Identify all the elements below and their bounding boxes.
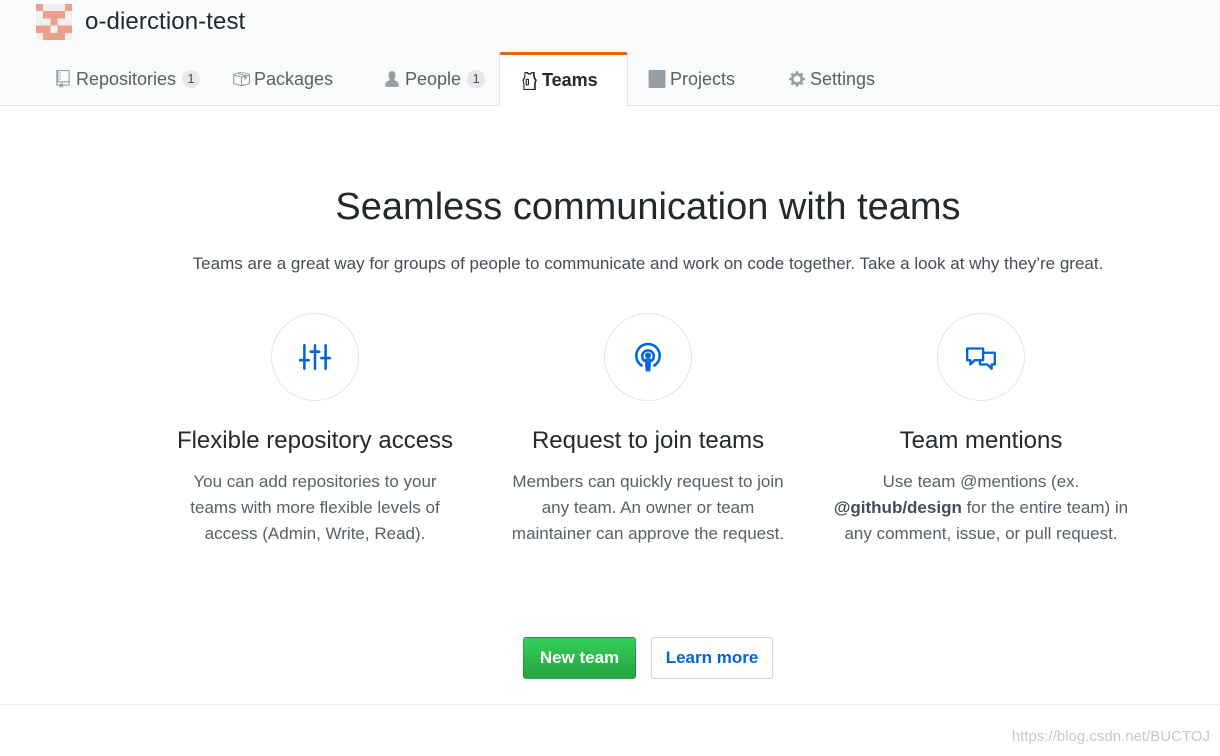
org-title-row: o-dierction-test (36, 4, 245, 40)
hero-title: Seamless communication with teams (335, 186, 961, 228)
watermark-text: https://blog.csdn.net/BUCTOJ (1011, 728, 1210, 745)
feature-title: Request to join teams (531, 427, 765, 454)
people-count: 1 (467, 70, 486, 88)
feature-title: Flexible repository access (176, 427, 454, 454)
tab-repositories[interactable]: Repositories 1 (54, 52, 201, 106)
learn-more-button[interactable]: Learn more (651, 637, 773, 679)
mentions-text-prefix: Use team @mentions (ex. (882, 472, 1080, 491)
package-icon (232, 70, 250, 88)
tab-teams[interactable]: Teams (499, 52, 628, 107)
person-icon (383, 70, 401, 88)
hero-subtitle: Teams are a great way for groups of peop… (192, 254, 1104, 273)
feature-request-join: Request to join teams Members can quickl… (498, 313, 798, 547)
tab-label: Repositories (76, 68, 177, 89)
new-team-button[interactable]: New team (523, 637, 636, 679)
comment-discussion-icon (966, 347, 996, 370)
org-header: o-dierction-test Repositories 1 Packages… (0, 0, 1220, 107)
tab-label: Settings (810, 68, 876, 89)
tab-people[interactable]: People 1 (383, 52, 486, 106)
tab-packages[interactable]: Packages (232, 52, 333, 106)
gear-icon (788, 70, 806, 88)
org-name[interactable]: o-dierction-test (85, 8, 245, 36)
tab-settings[interactable]: Settings (788, 52, 875, 106)
tab-projects[interactable]: Projects (648, 52, 735, 106)
feature-description: Use team @mentions (ex. @github/design f… (831, 469, 1131, 547)
tab-label: Packages (254, 68, 334, 89)
divider (0, 704, 1220, 705)
identicon-avatar[interactable] (36, 4, 72, 40)
feature-description: You can add repositories to your teams w… (190, 472, 440, 543)
tab-label: People (405, 68, 462, 89)
feature-team-mentions: Team mentions Use team @mentions (ex. @g… (831, 313, 1131, 547)
jersey-icon (520, 71, 538, 90)
feature-icon-circle (271, 313, 359, 401)
feature-description: Members can quickly request to join any … (511, 472, 785, 543)
feature-flexible-access: Flexible repository access You can add r… (165, 313, 465, 547)
repo-icon (54, 70, 72, 88)
sliders-icon (298, 344, 332, 370)
tab-label: Teams (542, 70, 598, 90)
feature-title: Team mentions (899, 427, 1063, 454)
tab-label: Projects (670, 68, 736, 89)
mentions-example: @github/design (833, 498, 962, 517)
feature-icon-circle (937, 313, 1025, 401)
broadcast-icon (635, 342, 661, 372)
project-icon (648, 70, 666, 88)
repositories-count: 1 (182, 70, 201, 88)
org-nav-tabs: Repositories 1 Packages People 1 Teams P… (0, 52, 1220, 107)
feature-icon-circle (604, 313, 692, 401)
